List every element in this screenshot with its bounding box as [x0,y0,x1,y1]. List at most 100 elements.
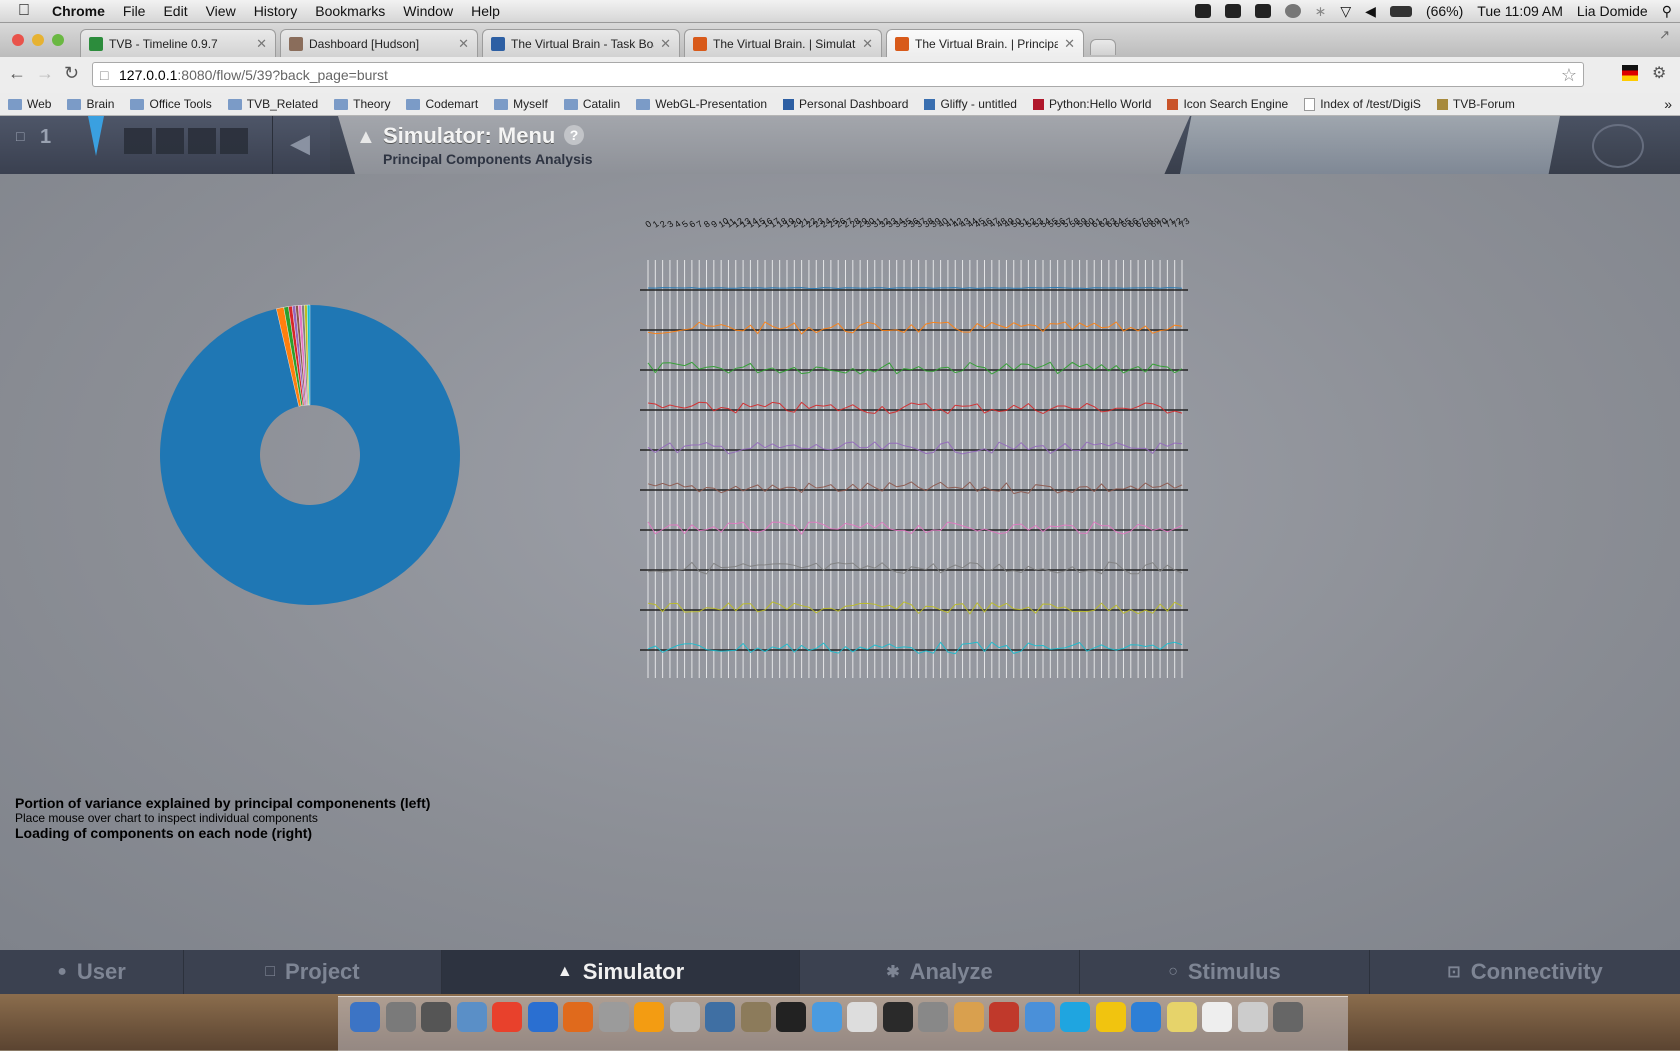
bookmark-item[interactable]: Catalin [563,97,620,111]
component-loadings-chart[interactable]: 0123456789101112131415161718192021222324… [640,190,1200,680]
bookmark-star-icon[interactable]: ☆ [1561,63,1577,88]
extension-flag-icon[interactable] [1622,65,1638,81]
dock-app-icon[interactable] [740,1002,771,1032]
nav-user[interactable]: ● User [0,950,184,994]
tvb-brain-logo-icon[interactable] [1592,124,1644,168]
minimize-window-button[interactable] [32,34,44,46]
dock-app-icon[interactable] [1237,1002,1268,1032]
browser-tab[interactable]: TVB - Timeline 0.9.7 ✕ [80,29,276,57]
dock-app-icon[interactable] [811,1002,842,1032]
dock-app-icon[interactable] [563,1002,593,1032]
bookmark-item[interactable]: Myself [494,97,548,111]
battery-icon[interactable] [1389,5,1412,17]
nav-analyze[interactable]: ✱ Analyze [800,950,1080,994]
bookmark-item[interactable]: Web [8,97,51,111]
dock-app-icon[interactable] [1166,1002,1197,1032]
reload-icon[interactable]: ↻ [64,63,79,84]
browser-tab[interactable]: The Virtual Brain - Task Boar ✕ [482,29,680,57]
dock-app-icon[interactable] [847,1002,877,1032]
dock-app-icon[interactable] [953,1002,984,1032]
dock-app-icon[interactable] [1202,1002,1232,1032]
browser-tab[interactable]: The Virtual Brain. | Simulatio ✕ [684,29,882,57]
dock-app-icon[interactable] [918,1002,948,1032]
user-name[interactable]: Lia Domide [1577,3,1648,19]
project-count[interactable]: 1 [40,126,51,149]
menu-edit[interactable]: Edit [163,3,187,19]
time-machine-icon[interactable] [1284,4,1301,18]
bookmark-item[interactable]: WebGL-Presentation [636,97,767,111]
bookmark-item[interactable]: Theory [334,97,390,111]
volume-icon[interactable]: ◀ [1365,3,1376,20]
dock-app-icon[interactable] [669,1002,700,1032]
browser-tab-active[interactable]: The Virtual Brain. | Principal ✕ [886,29,1084,57]
dock-app-icon[interactable] [492,1002,522,1032]
tab-close-icon[interactable]: ✕ [862,36,873,52]
menu-help[interactable]: Help [471,3,500,19]
burst-slots[interactable] [124,128,252,154]
drive-icon[interactable] [1194,4,1211,18]
bluetooth-icon[interactable]: ∗ [1315,3,1327,20]
dock-app-icon[interactable] [1024,1002,1055,1032]
nav-stimulus[interactable]: ○ Stimulus [1080,950,1370,994]
back-arrow-icon[interactable]: ← [8,63,26,84]
bookmark-item[interactable]: TVB_Related [227,97,318,111]
dock-app-icon[interactable] [1095,1002,1126,1032]
wifi-icon[interactable]: ▽ [1340,3,1351,20]
menu-app-name[interactable]: Chrome [52,3,105,19]
address-bar[interactable]: □ 127.0.0.1:8080/flow/5/39?back_page=bur… [92,62,1584,87]
bookmark-item[interactable]: Office Tools [130,97,212,111]
apple-icon[interactable]:  [18,3,38,19]
dock-app-icon[interactable] [1273,1002,1303,1032]
dock-app-icon[interactable] [598,1002,629,1032]
variance-pie-chart[interactable] [155,300,465,610]
wrench-menu-icon[interactable]: ⚙ [1652,63,1666,83]
bookmark-item[interactable]: Brain [67,97,114,111]
forward-arrow-icon[interactable]: → [36,63,54,84]
dock-app-icon[interactable] [527,1002,558,1032]
bookmarks-overflow-icon[interactable]: » [1664,96,1672,112]
dock-app-icon[interactable] [1131,1002,1161,1032]
bookmark-item[interactable]: Personal Dashboard [783,97,908,111]
collapse-arrow-icon[interactable]: ◀ [290,128,310,159]
dock-app-icon[interactable] [385,1002,416,1032]
tab-close-icon[interactable]: ✕ [256,36,267,52]
dock-app-icon[interactable] [421,1002,451,1032]
dock-app-icon[interactable] [1060,1002,1090,1032]
bookmark-item[interactable]: TVB-Forum [1436,97,1515,111]
dock-app-icon[interactable] [634,1002,664,1032]
spotlight-icon[interactable]: ⚲ [1662,3,1672,20]
nav-simulator[interactable]: ▲ Simulator [442,950,800,994]
nav-project[interactable]: □ Project [184,950,442,994]
browser-tab[interactable]: Dashboard [Hudson] ✕ [280,29,478,57]
dock-app-icon[interactable] [776,1002,806,1032]
bookmark-item[interactable]: Gliffy - untitled [924,97,1017,111]
nav-connectivity[interactable]: ⊡ Connectivity [1370,950,1680,994]
tab-close-icon[interactable]: ✕ [458,36,469,52]
burst-indicator-icon[interactable] [88,116,104,156]
menu-view[interactable]: View [206,3,236,19]
dock-app-icon[interactable] [882,1002,913,1032]
new-tab-button[interactable] [1090,39,1116,55]
bookmark-item[interactable]: Python:Hello World [1032,97,1151,111]
clock[interactable]: Tue 11:09 AM [1477,3,1563,19]
dock-app-icon[interactable] [456,1002,487,1032]
help-button[interactable]: ? [564,125,584,145]
menu-file[interactable]: File [123,3,146,19]
dock-app-icon[interactable] [989,1002,1019,1032]
fullscreen-icon[interactable]: ↗ [1659,27,1670,43]
close-window-button[interactable] [12,34,24,46]
menu-window[interactable]: Window [403,3,453,19]
tab-close-icon[interactable]: ✕ [1064,36,1075,52]
menu-history[interactable]: History [254,3,298,19]
menu-bookmarks[interactable]: Bookmarks [315,3,385,19]
dock-app-icon[interactable] [350,1002,380,1032]
bookmark-item[interactable]: Codemart [406,97,478,111]
dock-app-icon[interactable] [705,1002,735,1032]
bookmark-item[interactable]: Index of /test/DigiS [1304,97,1421,111]
dropbox-icon[interactable] [1224,4,1241,18]
tab-close-icon[interactable]: ✕ [660,36,671,52]
zoom-window-button[interactable] [52,34,64,46]
evernote-icon[interactable] [1254,4,1271,18]
bookmark-item[interactable]: Icon Search Engine [1167,97,1288,111]
tab-favicon [289,36,303,51]
